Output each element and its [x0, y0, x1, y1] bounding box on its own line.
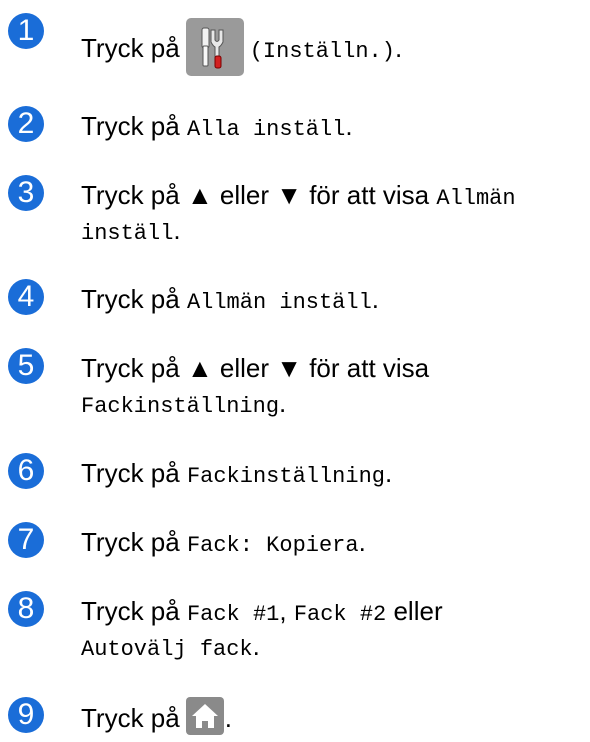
setting-name: Fack #2: [293, 602, 387, 627]
step-number-badge: 2: [8, 106, 44, 142]
step-number-badge: 5: [8, 348, 44, 384]
settings-tools-icon[interactable]: [185, 18, 244, 76]
setting-name: (Inställn.): [249, 38, 395, 64]
step-5-text-line-1: Tryck på ▲ eller ▼ för att visa: [81, 352, 429, 384]
step-number-badge: 6: [8, 453, 44, 489]
step-number-badge: 1: [8, 13, 44, 49]
step-number-badge: 7: [8, 522, 44, 558]
instruction-text: Tryck på ▲ eller ▼ för att visa: [81, 353, 430, 383]
step-1-text: Tryck på (Inställn.).: [81, 18, 402, 79]
step-8-text-line-1: Tryck på Fack #1, Fack #2 eller: [81, 596, 443, 627]
setting-name: Autovälj fack: [81, 637, 253, 662]
instruction-text: Tryck på: [81, 32, 180, 63]
step-7-text: Tryck på Fack: Kopiera.: [81, 527, 366, 558]
setting-name: Fack #1: [186, 602, 280, 627]
step-9-text: Tryck på .: [81, 697, 232, 739]
step-number-badge: 3: [8, 175, 44, 211]
instruction-text: Tryck på: [81, 458, 187, 488]
setting-name: inställ: [81, 221, 174, 246]
step-4-text: Tryck på Allmän inställ.: [81, 284, 380, 315]
instruction-text: Tryck på ▲ eller ▼ för att visa: [81, 180, 437, 210]
step-number-badge: 8: [8, 591, 44, 627]
step-6-text: Tryck på Fackinställning.: [81, 458, 393, 489]
step-number-badge: 9: [8, 697, 44, 733]
setting-name: Alla inställ: [186, 117, 346, 142]
step-5-text-line-2: Fackinställning.: [81, 388, 287, 419]
step-8-text-line-2: Autovälj fack.: [81, 631, 260, 662]
instruction-text: Tryck på: [81, 111, 187, 141]
step-2-text: Tryck på Alla inställ.: [81, 111, 353, 142]
setting-name: Allmän inställ: [186, 290, 372, 315]
instruction-text: Tryck på: [81, 527, 187, 557]
home-icon[interactable]: [185, 697, 224, 735]
step-number-badge: 4: [8, 279, 44, 315]
instruction-text: Tryck på: [81, 284, 187, 314]
step-3-text-line-2: inställ.: [81, 215, 181, 246]
instruction-text: Tryck på: [81, 596, 187, 626]
setting-name: Fackinställning: [186, 464, 385, 489]
setting-name: Fack: Kopiera: [186, 533, 359, 558]
setting-name: Allmän: [436, 186, 516, 211]
instruction-text: Tryck på: [81, 702, 180, 733]
step-3-text-line-1: Tryck på ▲ eller ▼ för att visa Allmän: [81, 179, 516, 215]
setting-name: Fackinställning: [81, 394, 280, 419]
